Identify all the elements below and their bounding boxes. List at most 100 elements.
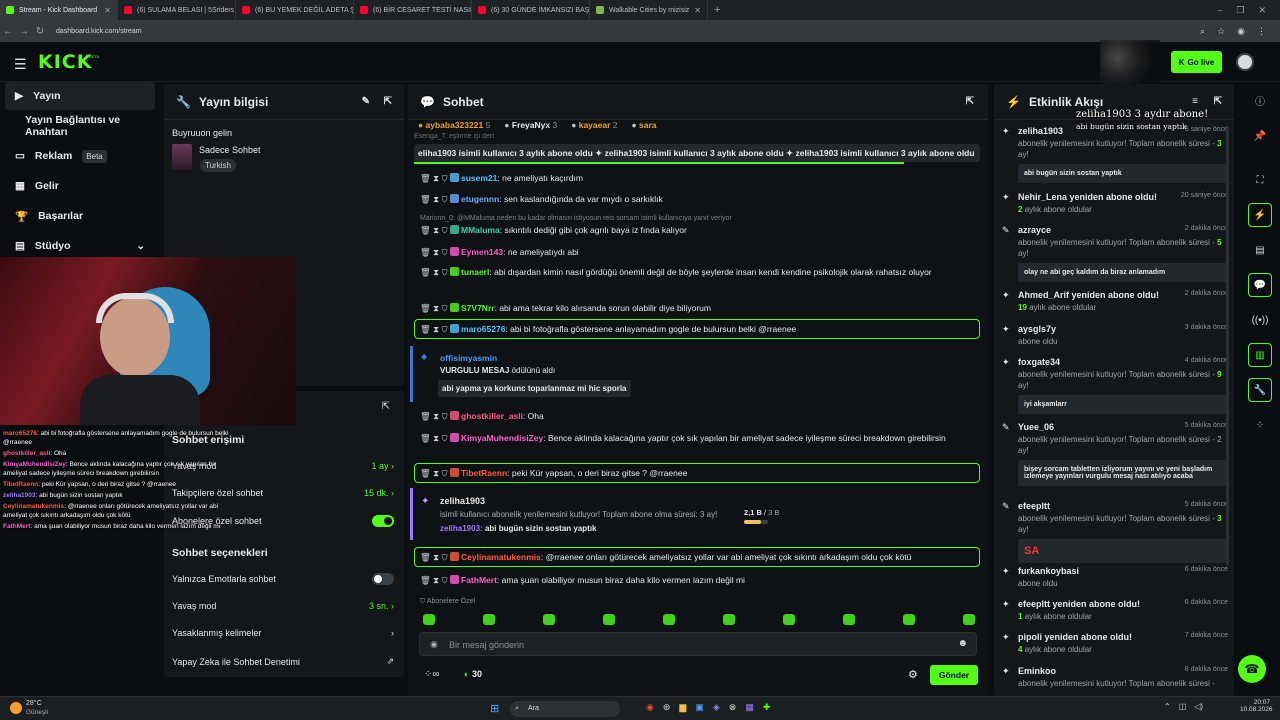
send-button[interactable]: Gönder: [930, 665, 978, 685]
close-window-icon[interactable]: ✕: [1258, 5, 1266, 16]
chat-username[interactable]: tunaerl: [461, 267, 489, 277]
pin-icon[interactable]: 📌: [1248, 124, 1272, 148]
windows-start-icon[interactable]: ⊞: [490, 702, 499, 715]
tray-chevron-icon[interactable]: ⌃: [1164, 702, 1171, 711]
infinity-icon[interactable]: ⁘∞: [424, 669, 440, 680]
chat-username[interactable]: TibetRaenn: [461, 468, 507, 478]
tools-icon[interactable]: 🔧: [1248, 378, 1272, 402]
photos-icon[interactable]: ▣: [695, 702, 704, 713]
sidebar-item-reklam[interactable]: ▭ Reklam Beta: [5, 142, 155, 170]
sidebar-item-basarilar[interactable]: 🏆 Başarılar: [5, 202, 155, 230]
hamburger-menu-icon[interactable]: ☰: [14, 56, 27, 73]
emote-icon[interactable]: [663, 614, 675, 625]
edit-pencil-icon[interactable]: ✎: [362, 96, 370, 107]
profile-icon[interactable]: ◉: [1237, 26, 1245, 37]
filter-icon[interactable]: ≡: [1192, 96, 1198, 107]
file-explorer-icon[interactable]: ▆: [679, 702, 686, 713]
steam-icon[interactable]: ⊛: [663, 702, 671, 713]
network-icon[interactable]: ◫: [1179, 702, 1187, 711]
popout-icon[interactable]: ⇱: [1214, 96, 1222, 107]
chat-username[interactable]: maro65276: [461, 324, 505, 334]
event-item[interactable]: ✦ Ahmed_Arif yeniden abone oldu! 2 dakika …: [1002, 290, 1228, 313]
reload-icon[interactable]: ↻: [32, 26, 48, 37]
taskbar-search[interactable]: ⌕ Ara: [510, 701, 620, 717]
timeout-hourglass-icon[interactable]: ⧗: [433, 411, 439, 421]
sidebar-item-yayin[interactable]: ▶ Yayın: [5, 82, 155, 110]
fullscreen-icon[interactable]: ⛶: [1248, 168, 1272, 192]
timeout-hourglass-icon[interactable]: ⧗: [433, 267, 439, 277]
emote-only-toggle[interactable]: [372, 573, 394, 585]
chat-username[interactable]: Eymen143: [461, 247, 503, 257]
emote-icon[interactable]: [603, 614, 615, 625]
ban-shield-icon[interactable]: ⛉: [442, 194, 448, 204]
chat-message[interactable]: 🗑 ⧗ ⛉ Eymen143: ne ameliyatıydı abi: [420, 246, 980, 259]
chat-input-box[interactable]: ◉ Bir mesaj gönderin ☻: [419, 632, 977, 656]
emote-icon[interactable]: [783, 614, 795, 625]
chrome-icon[interactable]: ◉: [646, 702, 654, 713]
event-item[interactable]: ✦ aysgls7y 3 dakika önce abone oldu: [1002, 324, 1228, 347]
delete-icon[interactable]: 🗑: [420, 173, 431, 183]
popout-icon[interactable]: ⇱: [384, 96, 392, 107]
event-item[interactable]: ✎ Yuee_06 5 dakika önce abonelik yenilemesi…: [1002, 422, 1228, 486]
ban-shield-icon[interactable]: ⛉: [442, 247, 448, 257]
browser-tab[interactable]: (6) 30 GÜNDE İMKANSIZI BAŞA✕: [472, 0, 590, 20]
broadcast-waves-icon[interactable]: ((•)): [1248, 308, 1272, 332]
chat-message[interactable]: 🗑 ⧗ ⛉ maro65276: abi bi fotoğrafla göste…: [420, 323, 980, 336]
event-item[interactable]: ✦ pipoli yeniden abone oldu! 7 dakika önce…: [1002, 632, 1228, 655]
subs-only-toggle[interactable]: [372, 515, 394, 527]
emote-icon[interactable]: [543, 614, 555, 625]
chat-username[interactable]: ghostkiller_asli: [461, 411, 523, 421]
emote-icon[interactable]: [483, 614, 495, 625]
popout-icon[interactable]: ⇱: [966, 96, 974, 107]
delete-icon[interactable]: 🗑: [420, 552, 431, 562]
sidebar-item-stream-key[interactable]: Yayın Bağlantısı ve Anahtarı: [5, 112, 155, 140]
ban-shield-icon[interactable]: ⛉: [442, 303, 448, 313]
chat-message[interactable]: 🗑 ⧗ ⛉ KimyaMuhendisiZey: Bence aklında k…: [420, 432, 980, 445]
timeout-hourglass-icon[interactable]: ⧗: [433, 173, 439, 183]
event-item[interactable]: ✦ Nehir_Lena yeniden abone oldu! 20 saniye…: [1002, 192, 1228, 215]
browser-tab[interactable]: Walkable Cities by mizisiz ✕: [590, 0, 708, 20]
chat-message[interactable]: 🗑 ⧗ ⛉ tunaerl: abi dışardan kimin nasıl …: [420, 266, 980, 279]
timeout-hourglass-icon[interactable]: ⧗: [433, 247, 439, 257]
ai-moderation-row[interactable]: Yapay Zeka ile Sohbet Denetimi ⇗: [172, 656, 394, 667]
chat-username[interactable]: FathMert: [461, 575, 497, 585]
event-item[interactable]: ✦ furkankoybasi 6 dakika önce abone oldu: [1002, 566, 1228, 589]
chat-username[interactable]: MMaluma: [461, 225, 500, 235]
delete-icon[interactable]: 🗑: [420, 247, 431, 257]
ban-shield-icon[interactable]: ⛉: [442, 575, 448, 585]
close-tab-icon[interactable]: ✕: [694, 6, 701, 15]
chat-message[interactable]: 🗑 ⧗ ⛉ S7V7Nrr: abi ama tekrar kilo alırs…: [420, 302, 980, 315]
delete-icon[interactable]: 🗑: [420, 267, 431, 277]
delete-icon[interactable]: 🗑: [420, 303, 431, 313]
ban-shield-icon[interactable]: ⛉: [442, 173, 448, 183]
ban-shield-icon[interactable]: ⛉: [442, 468, 448, 478]
bookmark-star-icon[interactable]: ☆: [1217, 26, 1225, 37]
timeout-hourglass-icon[interactable]: ⧗: [433, 433, 439, 443]
kick-logo[interactable]: KICK: [38, 51, 92, 73]
event-item[interactable]: ✦ efeepltt yeniden abone oldu! 6 dakika ön…: [1002, 599, 1228, 622]
ban-shield-icon[interactable]: ⛉: [442, 225, 448, 235]
document-icon[interactable]: ▤: [1248, 238, 1272, 262]
browser-tab[interactable]: (6) BİR CESARET TESTİ NASIL F✕: [354, 0, 472, 20]
ban-shield-icon[interactable]: ⛉: [442, 267, 448, 277]
chat-username[interactable]: KimyaMuhendisiZey: [461, 433, 543, 443]
delete-icon[interactable]: 🗑: [420, 468, 431, 478]
banned-words-row[interactable]: Yasaklanmış kelimeler ›: [172, 628, 394, 638]
delete-icon[interactable]: 🗑: [420, 194, 431, 204]
ban-shield-icon[interactable]: ⛉: [442, 324, 448, 334]
kick-app-icon[interactable]: ✚: [763, 702, 771, 713]
maximize-icon[interactable]: ❐: [1236, 5, 1244, 16]
timeout-hourglass-icon[interactable]: ⧗: [433, 552, 439, 562]
chat-message[interactable]: 🗑 ⧗ ⛉ FathMert: ama şuan olabiliyor musu…: [420, 574, 980, 587]
more-dots-icon[interactable]: ⁘: [1248, 413, 1272, 437]
popout-icon[interactable]: ⇱: [382, 401, 390, 412]
chat-rail-icon[interactable]: 💬: [1248, 273, 1272, 297]
weather-temp[interactable]: 28°C: [26, 700, 42, 707]
ban-shield-icon[interactable]: ⛉: [442, 433, 448, 443]
event-item[interactable]: ✎ efeepltt 5 dakika önce abonelik yenilemes…: [1002, 501, 1228, 563]
forward-icon[interactable]: →: [16, 26, 32, 37]
timeout-hourglass-icon[interactable]: ⧗: [433, 194, 439, 204]
sidebar-item-gelir[interactable]: ▦ Gelir: [5, 172, 155, 200]
chat-username[interactable]: etugennn: [461, 194, 499, 204]
support-headset-button[interactable]: ☎: [1238, 655, 1266, 683]
